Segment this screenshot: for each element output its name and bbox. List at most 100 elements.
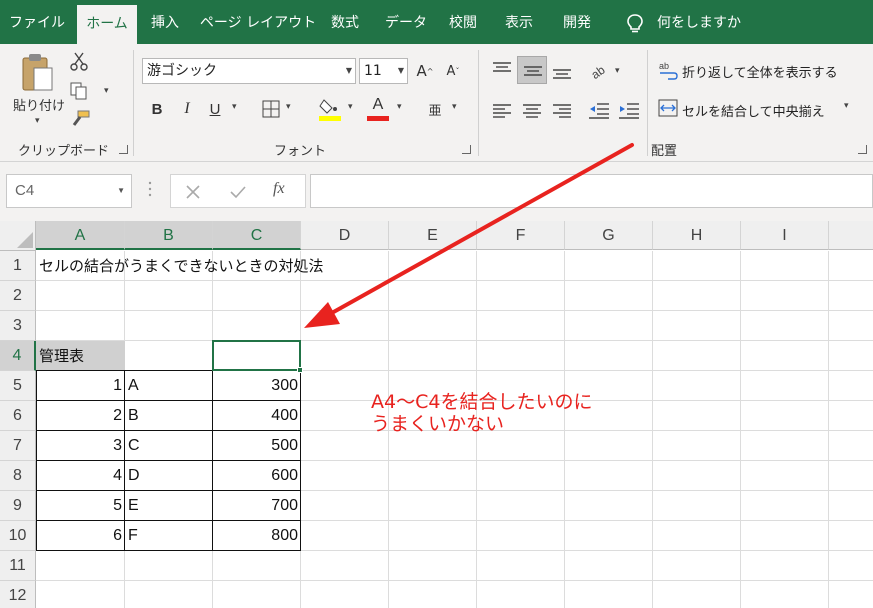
increase-font-size-icon[interactable]: A ^	[414, 60, 436, 82]
cut-icon[interactable]	[70, 52, 88, 72]
tab-view[interactable]: 表示	[496, 0, 542, 44]
insert-function-icon[interactable]: fx	[273, 180, 285, 198]
align-bottom-icon[interactable]	[552, 66, 572, 80]
row-header-2[interactable]: 2	[0, 281, 36, 311]
fill-color-dropdown-icon[interactable]: ▾	[348, 102, 353, 112]
cell-c5[interactable]: 300	[213, 371, 301, 401]
font-name-select[interactable]: 游ゴシック ▼	[142, 58, 356, 84]
underline-dropdown-icon[interactable]: ▾	[232, 102, 237, 112]
tab-insert[interactable]: 挿入	[142, 0, 188, 44]
cell-a5[interactable]: 1	[36, 371, 125, 401]
phonetic-dropdown-icon[interactable]: ▾	[452, 102, 457, 112]
tab-review[interactable]: 校閲	[440, 0, 486, 44]
lightbulb-icon[interactable]	[625, 13, 645, 35]
orientation-icon[interactable]: ab	[588, 60, 610, 80]
formula-input[interactable]	[310, 174, 873, 208]
clipboard-launcher-icon[interactable]	[119, 145, 128, 154]
cell-a7[interactable]: 3	[36, 431, 125, 461]
paste-button[interactable]: 貼り付け	[12, 94, 66, 114]
drag-handle-icon[interactable]	[148, 180, 152, 198]
format-painter-icon[interactable]	[70, 110, 90, 128]
cell-a8[interactable]: 4	[36, 461, 125, 491]
copy-dropdown-icon[interactable]: ▾	[104, 86, 109, 96]
wrap-text-button[interactable]: ab 折り返して全体を表示する	[656, 58, 856, 84]
tab-developer[interactable]: 開発	[552, 0, 602, 44]
decrease-indent-icon[interactable]	[588, 102, 610, 120]
column-header-d[interactable]: D	[301, 221, 389, 250]
font-color-dropdown-icon[interactable]: ▾	[397, 102, 402, 112]
italic-button[interactable]: I	[176, 98, 198, 120]
cell-a4[interactable]: 管理表	[36, 341, 84, 371]
row-header-12[interactable]: 12	[0, 581, 36, 608]
cell-a9[interactable]: 5	[36, 491, 125, 521]
row-header-3[interactable]: 3	[0, 311, 36, 341]
merge-center-button[interactable]: セルを結合して中央揃え ▾	[656, 96, 862, 122]
align-center-icon[interactable]	[522, 104, 542, 118]
column-header-c[interactable]: C	[213, 221, 301, 250]
phonetic-guide-icon[interactable]: 亜	[426, 98, 444, 120]
align-right-icon[interactable]	[552, 104, 572, 118]
cancel-icon[interactable]	[185, 184, 201, 200]
paste-dropdown-icon[interactable]: ▾	[35, 116, 40, 126]
name-box[interactable]: C4 ▼	[6, 174, 132, 208]
align-middle-button[interactable]	[517, 56, 547, 84]
underline-button[interactable]: U	[204, 98, 226, 120]
select-all-button[interactable]	[0, 221, 36, 251]
tab-data[interactable]: データ	[378, 0, 434, 44]
fill-color-icon[interactable]	[318, 96, 342, 122]
bold-button[interactable]: B	[146, 98, 168, 120]
tab-page-layout[interactable]: ページ レイアウト	[198, 0, 318, 44]
row-header-7[interactable]: 7	[0, 431, 36, 461]
cell-c6[interactable]: 400	[213, 401, 301, 431]
row-header-5[interactable]: 5	[0, 371, 36, 401]
column-header-g[interactable]: G	[565, 221, 653, 250]
enter-check-icon[interactable]	[229, 184, 247, 200]
row-header-1[interactable]: 1	[0, 251, 36, 281]
row-header-9[interactable]: 9	[0, 491, 36, 521]
fill-handle[interactable]	[297, 367, 303, 373]
column-header-i[interactable]: I	[741, 221, 829, 250]
cell-c10[interactable]: 800	[213, 521, 301, 551]
font-color-icon[interactable]: A	[366, 94, 390, 116]
cell-b7[interactable]: C	[125, 431, 213, 461]
merge-dropdown-icon[interactable]: ▾	[844, 101, 849, 111]
tell-me-search[interactable]: 何をしますか	[657, 0, 741, 46]
cell-b6[interactable]: B	[125, 401, 213, 431]
column-header-e[interactable]: E	[389, 221, 477, 250]
cell-c8[interactable]: 600	[213, 461, 301, 491]
align-top-icon[interactable]	[492, 62, 512, 76]
column-header-a[interactable]: A	[36, 221, 125, 250]
cell-b10[interactable]: F	[125, 521, 213, 551]
paste-icon[interactable]	[20, 52, 56, 94]
row-header-6[interactable]: 6	[0, 401, 36, 431]
row-header-11[interactable]: 11	[0, 551, 36, 581]
cell-a10[interactable]: 6	[36, 521, 125, 551]
cell-b9[interactable]: E	[125, 491, 213, 521]
tab-file[interactable]: ファイル	[4, 0, 70, 44]
cell-c7[interactable]: 500	[213, 431, 301, 461]
orientation-dropdown-icon[interactable]: ▾	[615, 66, 620, 76]
cell-a1[interactable]: セルの結合がうまくできないときの対処法	[36, 251, 324, 281]
tab-formulas[interactable]: 数式	[322, 0, 368, 44]
row-header-8[interactable]: 8	[0, 461, 36, 491]
borders-dropdown-icon[interactable]: ▾	[286, 102, 291, 112]
row-header-4[interactable]: 4	[0, 341, 36, 371]
copy-icon[interactable]	[70, 82, 88, 100]
column-header-j-partial[interactable]	[829, 221, 873, 250]
cell-c9[interactable]: 700	[213, 491, 301, 521]
cell-b8[interactable]: D	[125, 461, 213, 491]
borders-icon[interactable]	[262, 100, 280, 118]
row-header-10[interactable]: 10	[0, 521, 36, 551]
increase-indent-icon[interactable]	[618, 102, 640, 120]
align-left-icon[interactable]	[492, 104, 512, 118]
font-size-select[interactable]: 11 ▼	[359, 58, 408, 84]
cell-a6[interactable]: 2	[36, 401, 125, 431]
active-cell-c4[interactable]	[212, 340, 301, 371]
alignment-launcher-icon[interactable]	[858, 145, 867, 154]
font-launcher-icon[interactable]	[462, 145, 471, 154]
cell-b5[interactable]: A	[125, 371, 213, 401]
column-header-b[interactable]: B	[125, 221, 213, 250]
tab-home[interactable]: ホーム	[77, 5, 137, 44]
column-header-f[interactable]: F	[477, 221, 565, 250]
decrease-font-size-icon[interactable]: Aˇ	[442, 60, 464, 82]
